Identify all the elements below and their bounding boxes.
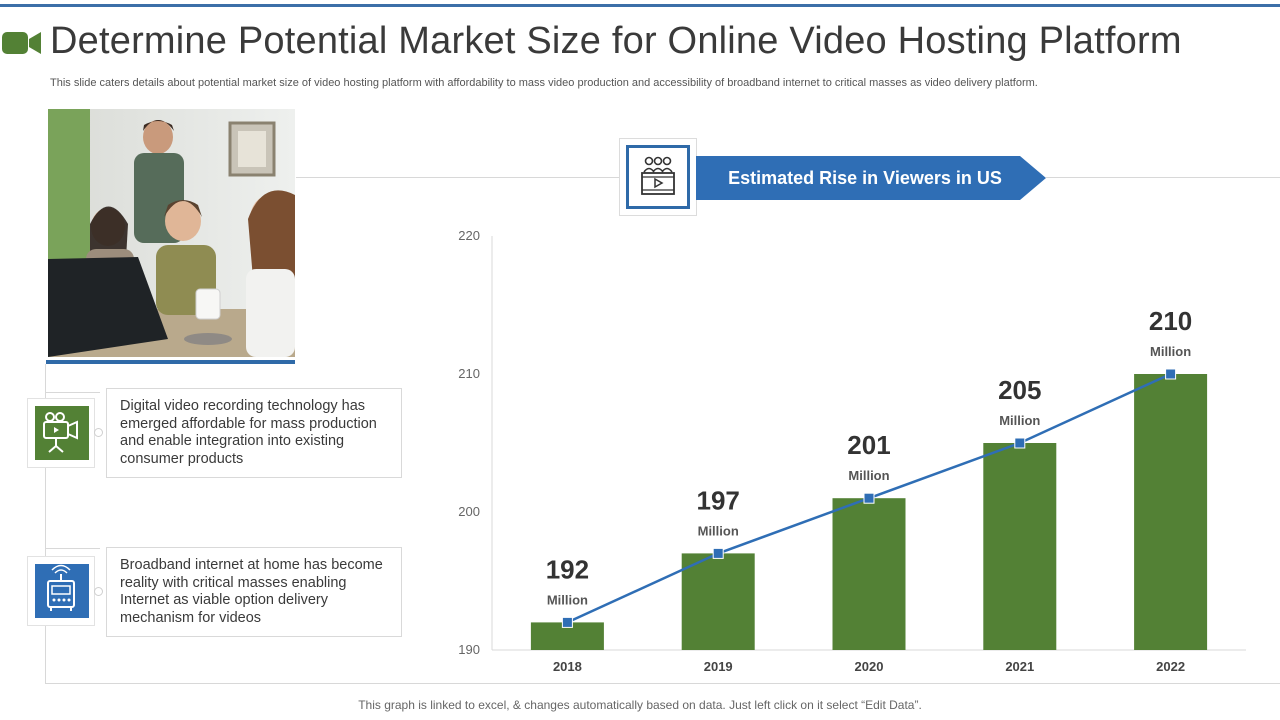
bar — [681, 553, 755, 650]
data-label-unit: Million — [1150, 344, 1191, 359]
trend-marker — [712, 547, 724, 559]
trend-marker — [863, 492, 875, 504]
data-label-unit: Million — [999, 413, 1040, 428]
trend-marker — [561, 616, 573, 628]
bar-line-chart: 190 200 210 220 2018 2019 2020 2021 2022 192 Milli… — [458, 228, 1246, 674]
y-tick-label: 220 — [458, 228, 480, 243]
x-tick-label: 2021 — [1005, 659, 1034, 674]
trend-marker — [1014, 437, 1026, 449]
data-label-value: 205 — [998, 375, 1041, 405]
y-tick-label: 190 — [458, 642, 480, 657]
y-tick-label: 210 — [458, 366, 480, 381]
x-tick-label: 2018 — [553, 659, 582, 674]
bar — [1134, 374, 1208, 650]
data-label-value: 210 — [1149, 306, 1192, 336]
footnote: This graph is linked to excel, & changes… — [358, 698, 922, 712]
data-label-value: 197 — [697, 485, 740, 515]
data-label-unit: Million — [848, 468, 889, 483]
data-label-unit: Million — [698, 523, 739, 538]
x-tick-label: 2020 — [855, 659, 884, 674]
bar — [983, 443, 1057, 650]
bar — [832, 498, 906, 650]
x-tick-label: 2022 — [1156, 659, 1185, 674]
data-label-value: 201 — [847, 430, 890, 460]
data-label-value: 192 — [546, 554, 589, 584]
x-tick-label: 2019 — [704, 659, 733, 674]
y-tick-label: 200 — [458, 504, 480, 519]
trend-marker — [1165, 368, 1177, 380]
data-label-unit: Million — [547, 592, 588, 607]
